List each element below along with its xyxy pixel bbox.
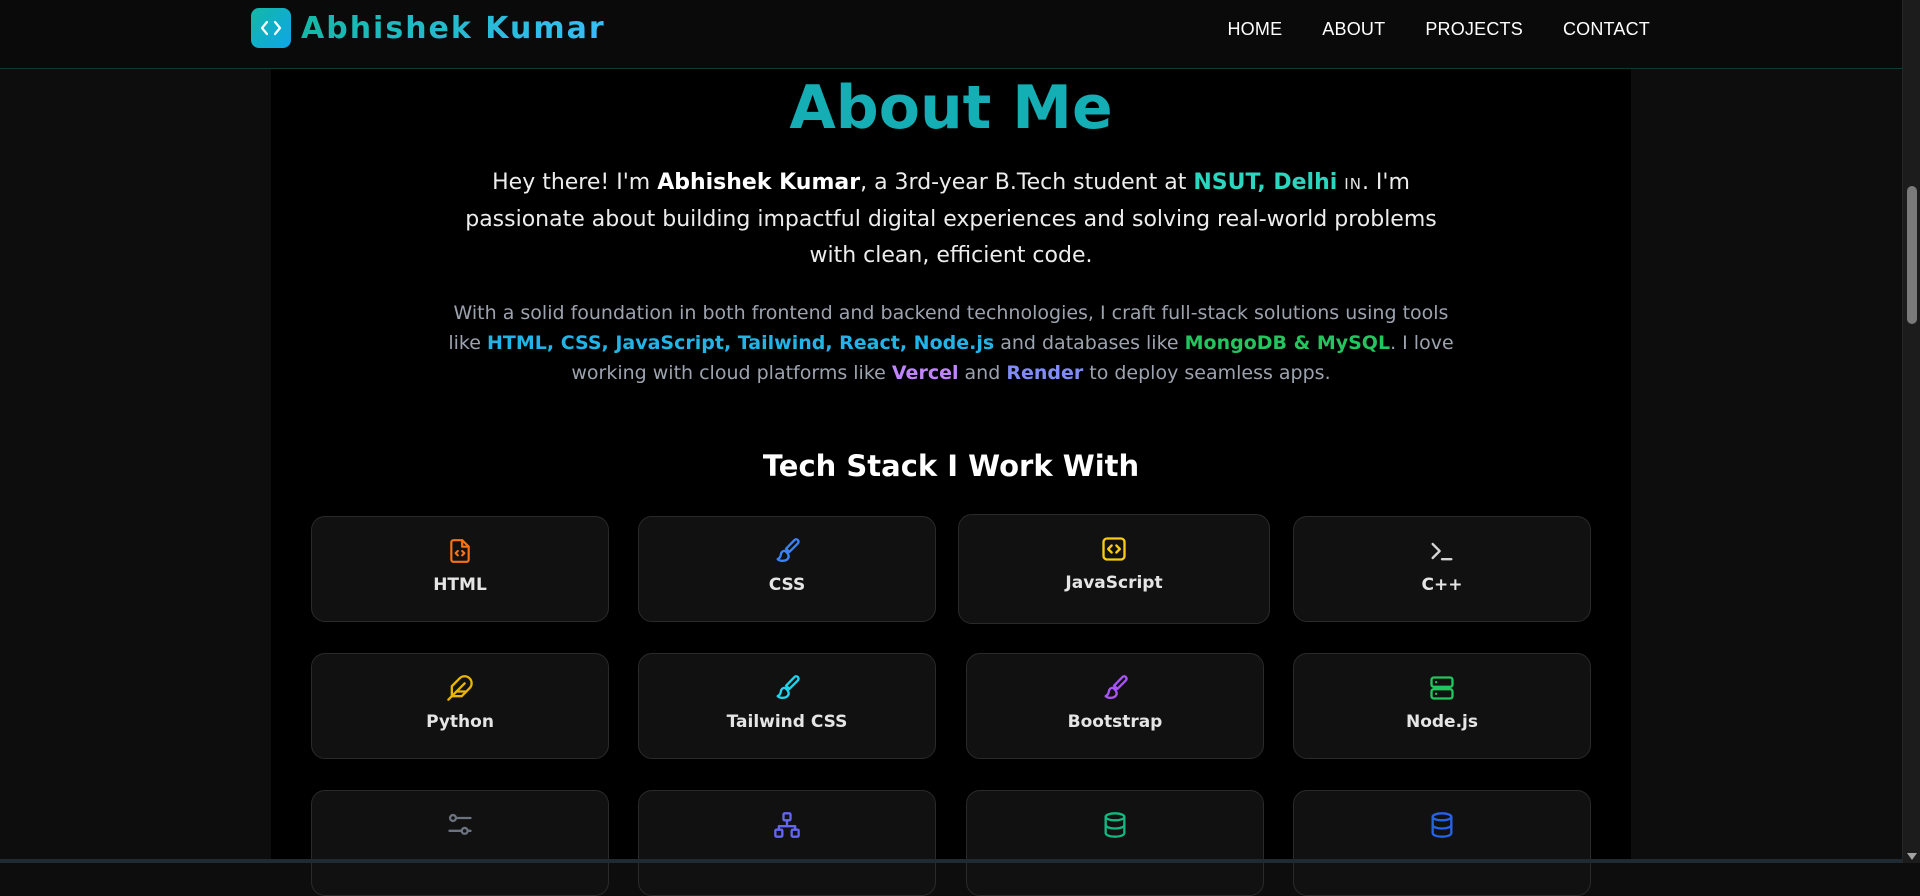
sliders-icon <box>445 810 475 840</box>
scrollbar-thumb[interactable] <box>1907 186 1917 324</box>
navbar: Abhishek Kumar HOME ABOUT PROJECTS CONTA… <box>0 0 1902 69</box>
tech-label: Bootstrap <box>1068 712 1163 732</box>
nav-menu: HOME ABOUT PROJECTS CONTACT <box>1227 19 1650 40</box>
tech-label: Tailwind CSS <box>727 712 848 732</box>
bio-text-4: and <box>958 362 1006 384</box>
nav-link-about[interactable]: ABOUT <box>1322 19 1385 40</box>
bio-cloud-render: Render <box>1006 362 1083 384</box>
india-flag-icon: IN <box>1344 175 1362 193</box>
tech-card-cpp[interactable]: C++ <box>1293 516 1591 622</box>
about-title: About Me <box>271 73 1631 143</box>
tech-card-nodejs[interactable]: Node.js <box>1293 653 1591 759</box>
bottom-strip <box>0 859 1902 863</box>
nav-link-home[interactable]: HOME <box>1227 19 1282 40</box>
nav-link-contact[interactable]: CONTACT <box>1563 19 1650 40</box>
tech-card-12[interactable] <box>1293 790 1591 896</box>
tech-label: C++ <box>1422 575 1463 595</box>
bio-cloud-vercel: Vercel <box>892 362 959 384</box>
nav-link-projects[interactable]: PROJECTS <box>1425 19 1523 40</box>
server-icon <box>1427 673 1457 703</box>
tech-card-11[interactable] <box>966 790 1264 896</box>
file-code-icon <box>445 536 475 566</box>
intro-greeting: Hey there! I'm <box>492 170 657 195</box>
bio-text-5: to deploy seamless apps. <box>1083 362 1330 384</box>
intro-middle: , a 3rd-year B.Tech student at <box>860 170 1193 195</box>
brand-name: Abhishek Kumar <box>301 11 606 46</box>
feather-icon <box>445 673 475 703</box>
bio-databases: MongoDB & MySQL <box>1185 332 1390 354</box>
code-brackets-icon <box>251 8 291 48</box>
bio-text-2: and databases like <box>994 332 1184 354</box>
bio-tools: HTML, CSS, JavaScript, Tailwind, React, … <box>487 332 994 354</box>
tech-stack-title: Tech Stack I Work With <box>271 449 1631 483</box>
terminal-icon <box>1427 536 1457 566</box>
database-icon <box>1100 810 1130 840</box>
tech-card-javascript[interactable]: JavaScript <box>958 514 1270 624</box>
bio-paragraph: With a solid foundation in both frontend… <box>441 298 1461 388</box>
about-section: About Me Hey there! I'm Abhishek Kumar, … <box>271 69 1631 859</box>
tech-card-css[interactable]: CSS <box>638 516 936 622</box>
brand-link[interactable]: Abhishek Kumar <box>251 8 606 48</box>
paintbrush-icon <box>772 536 802 566</box>
tech-card-10[interactable] <box>638 790 936 896</box>
tech-card-bootstrap[interactable]: Bootstrap <box>966 653 1264 759</box>
tech-label: Node.js <box>1406 712 1478 732</box>
tech-card-tailwind[interactable]: Tailwind CSS <box>638 653 936 759</box>
tech-card-python[interactable]: Python <box>311 653 609 759</box>
page-scrollbar[interactable] <box>1902 0 1920 863</box>
tech-card-html[interactable]: HTML <box>311 516 609 622</box>
tech-card-9[interactable] <box>311 790 609 896</box>
paintbrush-icon <box>1100 673 1130 703</box>
intro-college: NSUT, Delhi <box>1193 170 1337 195</box>
network-icon <box>772 810 802 840</box>
database-icon <box>1427 810 1457 840</box>
tech-label: Python <box>426 712 494 732</box>
tech-label: JavaScript <box>1065 573 1162 593</box>
code-square-icon <box>1099 534 1129 564</box>
scroll-down-arrow-icon[interactable] <box>1907 853 1917 860</box>
tech-label: CSS <box>769 575 806 595</box>
intro-paragraph: Hey there! I'm Abhishek Kumar, a 3rd-yea… <box>461 165 1441 274</box>
tech-label: HTML <box>433 575 487 595</box>
intro-name: Abhishek Kumar <box>657 170 860 195</box>
paintbrush-icon <box>772 673 802 703</box>
